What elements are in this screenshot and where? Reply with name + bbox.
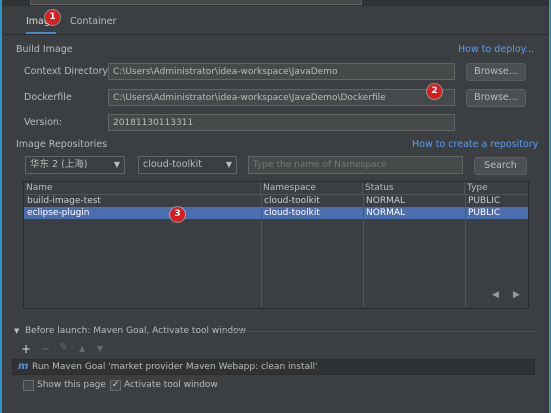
cell-name: eclipse-plugin <box>27 208 90 218</box>
table-row[interactable]: build-image-test cloud-toolkit NORMAL PU… <box>24 195 528 207</box>
remove-icon[interactable]: − <box>40 342 50 356</box>
activate-tool-window-checkbox[interactable]: ✓ <box>110 380 121 391</box>
cell-namespace: cloud-toolkit <box>264 208 320 218</box>
dockerfile-browse-button[interactable]: Browse... <box>466 89 526 107</box>
cell-status: NORMAL <box>366 196 406 206</box>
edit-icon[interactable]: ✎ <box>59 342 67 353</box>
build-image-title: Build Image <box>16 44 73 55</box>
tab-divider <box>4 34 549 35</box>
show-page-label: Show this page <box>37 380 106 390</box>
dockerfile-label: Dockerfile <box>24 92 72 103</box>
window-edge-left <box>0 0 2 413</box>
namespace-select-value: cloud-toolkit <box>143 159 203 170</box>
region-select-value: 华东 2 (上海) <box>30 159 88 170</box>
search-button[interactable]: Search <box>474 157 527 175</box>
cell-namespace: cloud-toolkit <box>264 196 320 206</box>
column-header-type[interactable]: Type <box>465 182 528 194</box>
before-launch-title[interactable]: Before launch: Maven Goal, Activate tool… <box>25 326 246 336</box>
repositories-title: Image Repositories <box>16 139 108 150</box>
version-label: Version: <box>24 117 63 128</box>
context-browse-button[interactable]: Browse... <box>466 63 526 81</box>
before-launch-task[interactable]: m Run Maven Goal 'market provider Maven … <box>12 359 535 375</box>
callout-badge-1: 1 <box>45 10 60 25</box>
maven-icon: m <box>18 361 29 372</box>
column-header-status[interactable]: Status <box>363 182 465 194</box>
chevron-down-icon: ▼ <box>113 160 120 169</box>
callout-badge-2: 2 <box>427 84 442 99</box>
show-page-checkbox[interactable] <box>23 380 34 391</box>
cell-type: PUBLIC <box>468 208 501 218</box>
tab-container[interactable]: Container <box>70 12 120 32</box>
table-row-selected[interactable]: eclipse-plugin cloud-toolkit NORMAL PUBL… <box>24 207 528 219</box>
repository-table: Name Namespace Status Type build-image-t… <box>23 181 529 309</box>
create-repository-link[interactable]: How to create a repository <box>412 139 538 150</box>
expand-icon[interactable]: ▼ <box>14 327 19 335</box>
cell-type: PUBLIC <box>468 196 501 206</box>
previous-page-icon[interactable]: ◀ <box>492 290 499 300</box>
next-page-icon[interactable]: ▶ <box>513 290 520 300</box>
callout-badge-3: 3 <box>170 207 185 222</box>
cell-status: NORMAL <box>366 208 406 218</box>
region-select[interactable]: 华东 2 (上海) ▼ <box>25 156 125 174</box>
column-divider <box>261 194 262 307</box>
column-divider <box>363 194 364 307</box>
how-to-deploy-link[interactable]: How to deploy... <box>458 44 534 55</box>
add-icon[interactable]: + <box>21 342 31 356</box>
column-header-name[interactable]: Name <box>24 182 261 194</box>
chevron-down-icon: ▼ <box>225 160 232 169</box>
check-icon: ✓ <box>111 380 120 390</box>
context-directory-field[interactable]: C:\Users\Administrator\idea-workspace\Ja… <box>108 63 455 80</box>
dockerfile-field[interactable]: C:\Users\Administrator\idea-workspace\Ja… <box>108 89 455 106</box>
version-field[interactable]: 20181130113311 <box>108 114 455 131</box>
activate-tool-window-label: Activate tool window <box>124 380 218 390</box>
task-label: Run Maven Goal 'market provider Maven We… <box>32 362 318 372</box>
column-divider <box>465 194 466 307</box>
move-down-icon[interactable]: ▼ <box>97 344 103 353</box>
move-up-icon[interactable]: ▲ <box>79 344 85 353</box>
top-field[interactable] <box>30 0 362 5</box>
section-divider <box>222 331 535 332</box>
namespace-select[interactable]: cloud-toolkit ▼ <box>138 156 237 174</box>
table-header: Name Namespace Status Type <box>24 182 528 195</box>
column-header-namespace[interactable]: Namespace <box>261 182 363 194</box>
cell-name: build-image-test <box>27 196 101 206</box>
namespace-search-input[interactable]: Type the name of Namespace <box>248 156 463 174</box>
context-directory-label: Context Directory <box>24 66 109 77</box>
